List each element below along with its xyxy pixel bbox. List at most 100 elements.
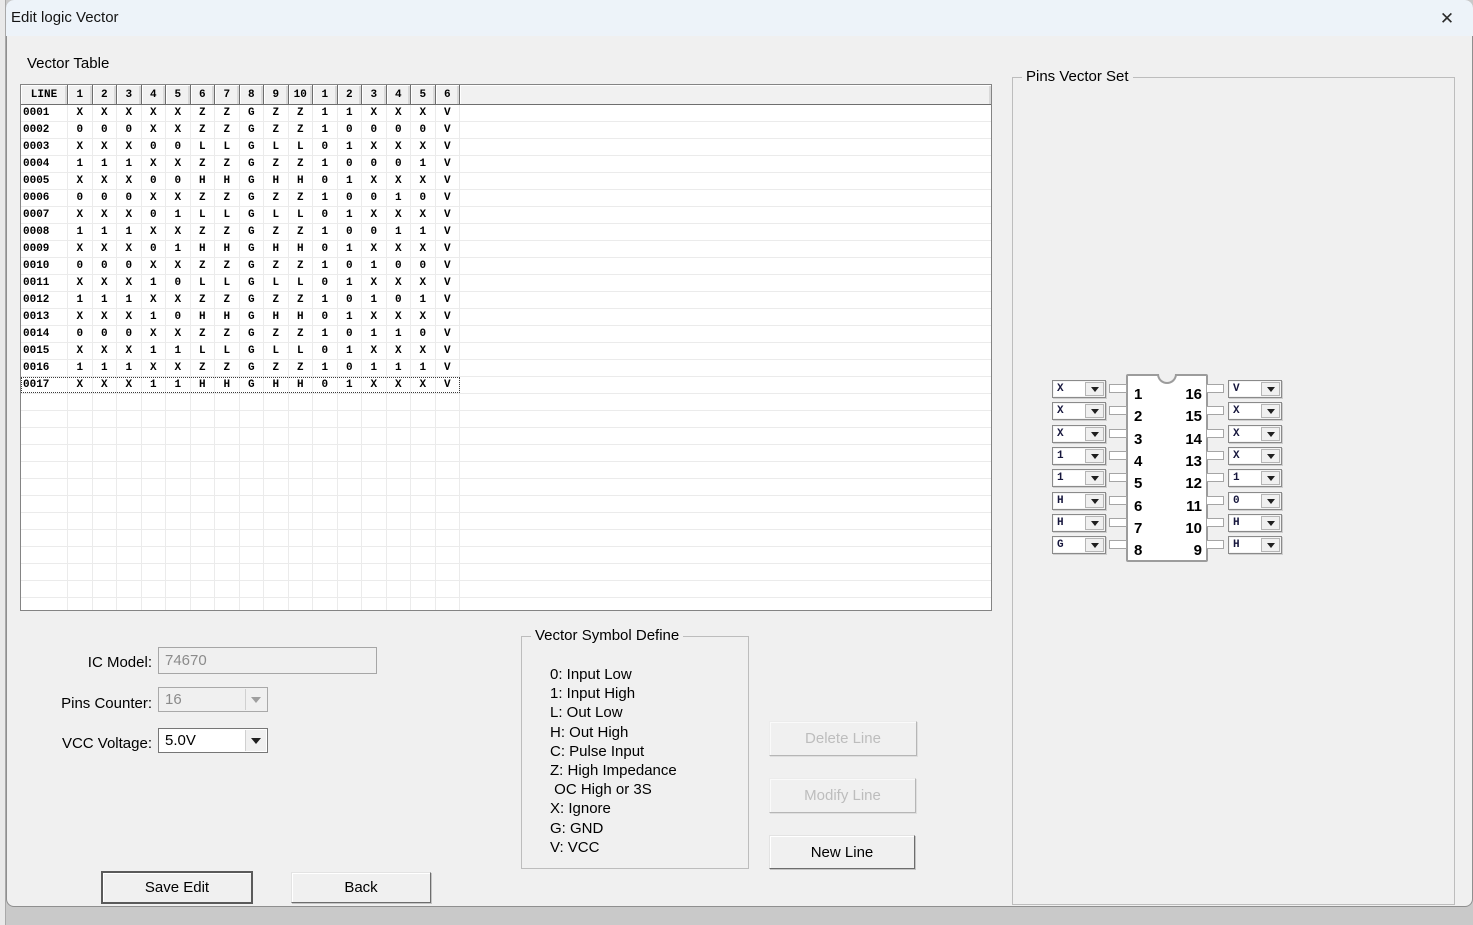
pin-6-select[interactable]: H — [1052, 492, 1106, 510]
pin-7-select[interactable]: H — [1052, 514, 1106, 532]
chevron-down-icon[interactable] — [1261, 494, 1280, 508]
arrow-glyph — [1267, 432, 1275, 437]
line-number-cell: 0017 — [21, 377, 68, 393]
vector-cell: X — [93, 105, 118, 121]
vector-cell — [93, 479, 118, 495]
chevron-down-icon[interactable] — [1261, 449, 1280, 463]
vector-cell — [436, 564, 461, 580]
back-button[interactable]: Back — [291, 872, 431, 903]
pin-12-value: 1 — [1233, 472, 1240, 484]
table-row[interactable]: 0016111XXZZGZZ10111V — [21, 360, 991, 377]
chevron-down-icon[interactable] — [1085, 516, 1104, 530]
table-row[interactable]: 0012111XXZZGZZ10101V — [21, 292, 991, 309]
table-row-main: 0009XXX01HHGHH01XXXV — [21, 241, 460, 257]
chevron-down-icon[interactable] — [1085, 404, 1104, 418]
vector-cell — [411, 581, 436, 597]
pin-11-select[interactable]: 0 — [1228, 492, 1282, 510]
empty-table-row — [21, 445, 991, 462]
table-row[interactable]: 0006000XXZZGZZ10010V — [21, 190, 991, 207]
pin-8-select[interactable]: G — [1052, 536, 1106, 554]
vector-cell — [289, 394, 314, 410]
table-row[interactable]: 0004111XXZZGZZ10001V — [21, 156, 991, 173]
close-icon[interactable]: ✕ — [1430, 4, 1464, 34]
pin-1-select[interactable]: X — [1052, 380, 1106, 398]
empty-table-row — [21, 513, 991, 530]
vector-cell: 0 — [117, 326, 142, 342]
chevron-down-icon[interactable] — [1261, 471, 1280, 485]
vector-cell — [142, 513, 167, 529]
pin-9-select[interactable]: H — [1228, 536, 1282, 554]
pin-3-select[interactable]: X — [1052, 425, 1106, 443]
chevron-down-icon[interactable] — [1085, 449, 1104, 463]
vcc-voltage-select[interactable]: 5.0V — [158, 728, 268, 753]
pin-13-value: X — [1233, 450, 1240, 462]
table-row[interactable]: 0003XXX00LLGLL01XXXV — [21, 139, 991, 156]
pin-5-select[interactable]: 1 — [1052, 469, 1106, 487]
column-header-line: LINE — [21, 85, 68, 105]
pin-16-select[interactable]: V — [1228, 380, 1282, 398]
vector-cell: X — [142, 105, 167, 121]
table-row[interactable]: 0017XXX11HHGHH01XXXV — [21, 377, 991, 394]
chevron-down-icon[interactable] — [245, 730, 266, 751]
table-row[interactable]: 0009XXX01HHGHH01XXXV — [21, 241, 991, 258]
vector-cell — [166, 445, 191, 461]
pin-13-select[interactable]: X — [1228, 447, 1282, 465]
chevron-down-icon[interactable] — [1085, 471, 1104, 485]
vector-cell — [338, 581, 363, 597]
vector-cell: 1 — [313, 360, 338, 376]
new-line-button[interactable]: New Line — [769, 835, 915, 869]
vector-cell: H — [289, 241, 314, 257]
vector-cell: X — [117, 241, 142, 257]
table-row[interactable]: 0014000XXZZGZZ10110V — [21, 326, 991, 343]
table-row[interactable]: 0015XXX11LLGLL01XXXV — [21, 343, 991, 360]
chevron-down-icon[interactable] — [1085, 427, 1104, 441]
pin-12-select[interactable]: 1 — [1228, 469, 1282, 487]
vector-cell — [436, 530, 461, 546]
table-row[interactable]: 0005XXX00HHGHH01XXXV — [21, 173, 991, 190]
table-row[interactable]: 0010000XXZZGZZ10100V — [21, 258, 991, 275]
vector-cell: 1 — [166, 377, 191, 393]
column-header-filler — [460, 85, 991, 105]
chevron-down-icon[interactable] — [1261, 516, 1280, 530]
pin-15-select[interactable]: X — [1228, 402, 1282, 420]
table-row[interactable]: 0007XXX01LLGLL01XXXV — [21, 207, 991, 224]
vector-table-label: Vector Table — [27, 55, 109, 72]
vector-cell: V — [436, 241, 461, 257]
vector-cell — [313, 411, 338, 427]
pin-7-value: H — [1057, 517, 1064, 529]
table-row[interactable]: 0008111XXZZGZZ10011V — [21, 224, 991, 241]
pin-4-select[interactable]: 1 — [1052, 447, 1106, 465]
chevron-down-icon[interactable] — [1261, 538, 1280, 552]
chevron-down-icon[interactable] — [1261, 427, 1280, 441]
chevron-down-icon — [245, 689, 266, 710]
vector-cell — [240, 547, 265, 563]
row-filler — [460, 564, 991, 580]
vector-cell — [117, 564, 142, 580]
chevron-down-icon[interactable] — [1261, 382, 1280, 396]
vector-cell: Z — [264, 156, 289, 172]
save-edit-button[interactable]: Save Edit — [101, 871, 253, 904]
vector-cell: V — [436, 105, 461, 121]
table-row[interactable]: 0002000XXZZGZZ10000V — [21, 122, 991, 139]
chevron-down-icon[interactable] — [1261, 404, 1280, 418]
vector-cell: 0 — [68, 326, 93, 342]
table-row[interactable]: 0013XXX10HHGHH01XXXV — [21, 309, 991, 326]
vector-cell: X — [166, 258, 191, 274]
pin-10-select[interactable]: H — [1228, 514, 1282, 532]
vector-cell: X — [117, 105, 142, 121]
vector-cell: 1 — [117, 360, 142, 376]
table-row[interactable]: 0011XXX10LLGLL01XXXV — [21, 275, 991, 292]
vector-table[interactable]: LINE12345678910123456 0001XXXXXZZGZZ11XX… — [20, 84, 992, 611]
vector-symbol-define-group: Vector Symbol Define 0: Input Low1: Inpu… — [521, 636, 749, 869]
vector-cell: G — [240, 173, 265, 189]
chevron-down-icon[interactable] — [1085, 382, 1104, 396]
vector-cell: 1 — [338, 309, 363, 325]
window-title: Edit logic Vector — [11, 9, 119, 26]
vector-cell — [313, 598, 338, 611]
chevron-down-icon[interactable] — [1085, 494, 1104, 508]
vector-cell: L — [289, 207, 314, 223]
table-row[interactable]: 0001XXXXXZZGZZ11XXXV — [21, 105, 991, 122]
pin-2-select[interactable]: X — [1052, 402, 1106, 420]
pin-14-select[interactable]: X — [1228, 425, 1282, 443]
chevron-down-icon[interactable] — [1085, 538, 1104, 552]
